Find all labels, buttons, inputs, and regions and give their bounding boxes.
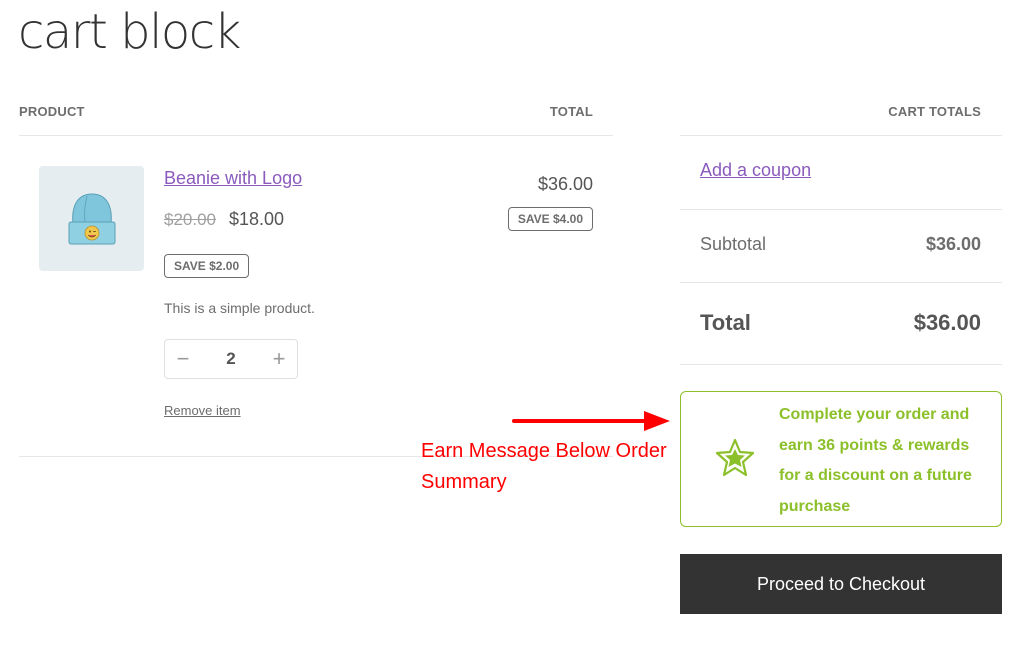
line-save-badge: SAVE $4.00 — [507, 207, 593, 231]
quantity-stepper: − 2 + — [164, 339, 298, 379]
totals-divider — [680, 364, 1002, 365]
remove-item-link[interactable]: Remove item — [164, 403, 241, 418]
earn-message-text: Complete your order and earn 36 points &… — [779, 406, 972, 515]
quantity-decrease-button[interactable]: − — [165, 340, 201, 378]
annotation-label: Earn Message Below Order Summary — [421, 440, 667, 493]
totals-divider — [680, 282, 1002, 283]
annotation-arrow-icon — [512, 411, 670, 431]
quantity-increase-button[interactable]: + — [261, 340, 297, 378]
line-total: $36.00 — [537, 174, 593, 194]
cart-totals-header: CART TOTALS — [888, 104, 981, 119]
add-coupon-link[interactable]: Add a coupon — [700, 160, 811, 181]
quantity-input[interactable]: 2 — [201, 349, 261, 369]
proceed-to-checkout-button[interactable]: Proceed to Checkout — [680, 554, 1002, 614]
beanie-image — [68, 193, 116, 245]
total-column-header: TOTAL — [549, 104, 593, 119]
subtotal-label: Subtotal — [700, 234, 767, 254]
total-value: $36.00 — [913, 310, 981, 335]
product-column-header: PRODUCT — [19, 104, 85, 119]
product-thumbnail[interactable] — [39, 166, 144, 271]
product-description: This is a simple product. — [164, 300, 315, 316]
total-label: Total — [700, 310, 751, 335]
item-save-badge: SAVE $2.00 — [164, 254, 250, 278]
totals-divider — [680, 209, 1002, 210]
product-name-link[interactable]: Beanie with Logo — [164, 168, 302, 189]
totals-divider — [680, 135, 1002, 136]
regular-price: $20.00 — [164, 210, 216, 229]
subtotal-value: $36.00 — [925, 234, 981, 254]
sale-price: $18.00 — [229, 209, 285, 229]
table-header-divider — [19, 135, 613, 136]
page-title: cart block — [18, 4, 241, 60]
earn-points-message: Complete your order and earn 36 points &… — [680, 391, 1002, 527]
star-icon — [715, 438, 755, 477]
